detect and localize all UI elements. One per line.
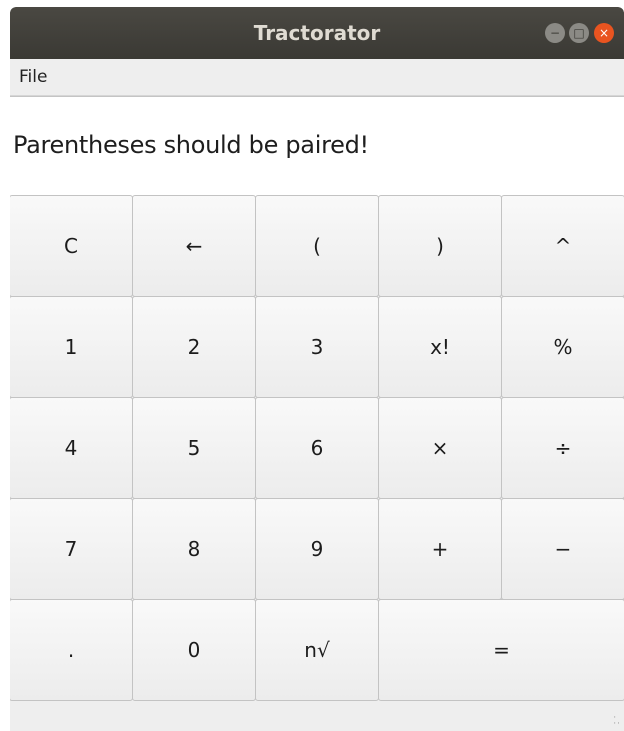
- title-bar[interactable]: Tractorator − □ ×: [10, 7, 624, 59]
- digit-9-button[interactable]: 9: [255, 498, 379, 600]
- factorial-button[interactable]: x!: [378, 296, 502, 398]
- decimal-point-button[interactable]: .: [10, 599, 133, 701]
- equals-button[interactable]: =: [378, 599, 624, 701]
- close-icon[interactable]: ×: [594, 23, 614, 43]
- backspace-button[interactable]: ←: [132, 195, 256, 297]
- menu-file[interactable]: File: [15, 59, 51, 95]
- window-title: Tractorator: [253, 21, 381, 45]
- open-paren-button[interactable]: (: [255, 195, 379, 297]
- digit-4-button[interactable]: 4: [10, 397, 133, 499]
- keypad: C ← ( ) ^ 1 2 3 x! % 4 5 6 × ÷ 7 8 9 + −…: [10, 195, 624, 701]
- nth-root-button[interactable]: n√: [255, 599, 379, 701]
- plus-button[interactable]: +: [378, 498, 502, 600]
- digit-1-button[interactable]: 1: [10, 296, 133, 398]
- result-display: Parentheses should be paired!: [10, 96, 624, 198]
- close-paren-button[interactable]: ): [378, 195, 502, 297]
- display-text: Parentheses should be paired!: [13, 131, 369, 159]
- digit-0-button[interactable]: 0: [132, 599, 256, 701]
- menu-bar: File: [10, 59, 624, 96]
- resize-grip-icon[interactable]: · ··: [613, 714, 621, 729]
- divide-button[interactable]: ÷: [501, 397, 624, 499]
- calculator-window: Tractorator − □ × File Parentheses shoul…: [10, 7, 624, 731]
- minimize-icon[interactable]: −: [545, 23, 565, 43]
- percent-button[interactable]: %: [501, 296, 624, 398]
- multiply-button[interactable]: ×: [378, 397, 502, 499]
- maximize-icon[interactable]: □: [569, 23, 589, 43]
- digit-2-button[interactable]: 2: [132, 296, 256, 398]
- status-bar: · ··: [10, 701, 624, 731]
- digit-6-button[interactable]: 6: [255, 397, 379, 499]
- digit-8-button[interactable]: 8: [132, 498, 256, 600]
- digit-5-button[interactable]: 5: [132, 397, 256, 499]
- digit-3-button[interactable]: 3: [255, 296, 379, 398]
- digit-7-button[interactable]: 7: [10, 498, 133, 600]
- minus-button[interactable]: −: [501, 498, 624, 600]
- power-button[interactable]: ^: [501, 195, 624, 297]
- clear-button[interactable]: C: [10, 195, 133, 297]
